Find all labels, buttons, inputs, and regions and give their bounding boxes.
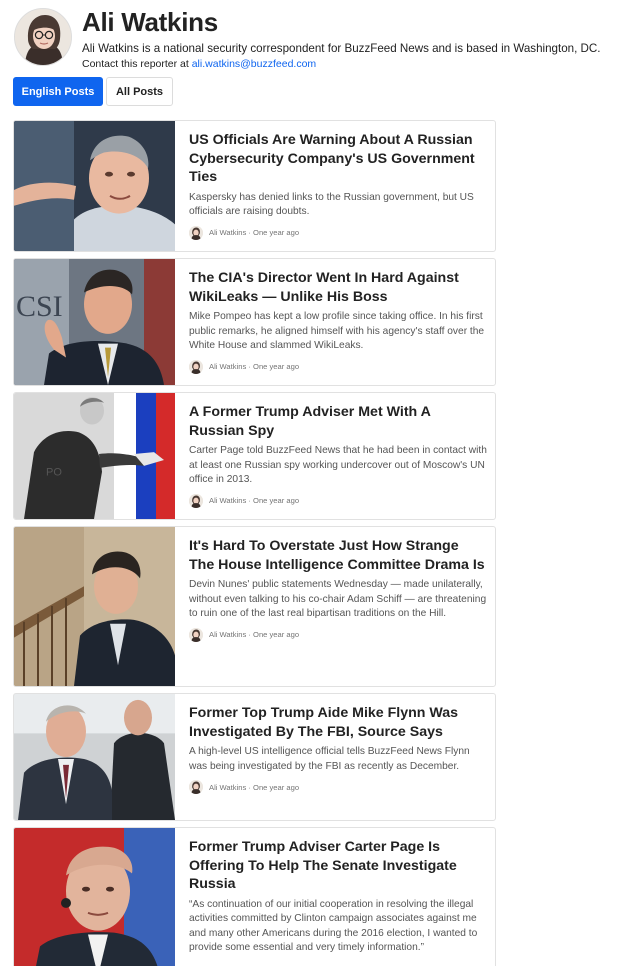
post-title[interactable]: The CIA's Director Went In Hard Against … bbox=[189, 269, 487, 306]
post-title[interactable]: Former Top Trump Aide Mike Flynn Was Inv… bbox=[189, 704, 487, 741]
post-thumbnail[interactable] bbox=[14, 828, 175, 966]
contact-label: Contact this reporter at bbox=[82, 58, 192, 70]
reporter-contact: Contact this reporter at ali.watkins@buz… bbox=[82, 58, 316, 70]
post-time: One year ago bbox=[253, 228, 300, 237]
post-card[interactable]: It's Hard To Overstate Just How Strange … bbox=[13, 526, 496, 687]
reporter-email-link[interactable]: ali.watkins@buzzfeed.com bbox=[192, 58, 316, 70]
post-body: It's Hard To Overstate Just How Strange … bbox=[189, 537, 487, 642]
byline-separator: · bbox=[246, 496, 254, 505]
post-thumbnail[interactable]: CSI bbox=[14, 259, 175, 385]
post-title[interactable]: A Former Trump Adviser Met With A Russia… bbox=[189, 403, 487, 440]
byline-separator: · bbox=[246, 630, 254, 639]
post-card[interactable]: PO A Former Trump Adviser Met With A Rus… bbox=[13, 392, 496, 520]
tab-english-posts[interactable]: English Posts bbox=[13, 77, 103, 106]
post-card[interactable]: US Officials Are Warning About A Russian… bbox=[13, 120, 496, 252]
post-time: One year ago bbox=[253, 362, 300, 371]
post-author[interactable]: Ali Watkins bbox=[209, 630, 246, 639]
post-byline: Ali Watkins · One year ago bbox=[189, 780, 487, 794]
post-body: US Officials Are Warning About A Russian… bbox=[189, 131, 487, 240]
reporter-avatar-icon bbox=[14, 8, 72, 66]
author-avatar-icon[interactable] bbox=[189, 780, 203, 794]
post-title[interactable]: US Officials Are Warning About A Russian… bbox=[189, 131, 487, 187]
post-time: One year ago bbox=[253, 782, 300, 792]
post-body: A Former Trump Adviser Met With A Russia… bbox=[189, 403, 487, 508]
post-author[interactable]: Ali Watkins bbox=[209, 783, 246, 792]
byline-separator: · bbox=[246, 782, 254, 792]
post-title[interactable]: It's Hard To Overstate Just How Strange … bbox=[189, 537, 487, 574]
author-avatar-icon[interactable] bbox=[189, 359, 203, 374]
post-description: Mike Pompeo has kept a low profile since… bbox=[189, 311, 485, 351]
post-byline: Ali Watkins · One year ago bbox=[189, 627, 487, 642]
post-time: One year ago bbox=[253, 496, 300, 505]
post-author[interactable]: Ali Watkins bbox=[209, 496, 246, 505]
profile-header: Ali Watkins Ali Watkins is a national se… bbox=[14, 6, 637, 70]
post-author[interactable]: Ali Watkins bbox=[209, 228, 246, 237]
post-thumbnail[interactable] bbox=[14, 694, 175, 820]
post-time: One year ago bbox=[253, 630, 300, 639]
post-title[interactable]: Former Trump Adviser Carter Page Is Offe… bbox=[189, 838, 487, 894]
svg-text:CSI: CSI bbox=[16, 290, 63, 323]
post-body: The CIA's Director Went In Hard Against … bbox=[189, 269, 487, 374]
post-filter-tabs: English Posts All Posts bbox=[13, 77, 173, 106]
post-description: Carter Page told BuzzFeed News that he h… bbox=[189, 445, 487, 485]
author-avatar-icon[interactable] bbox=[189, 225, 203, 240]
post-author[interactable]: Ali Watkins bbox=[209, 362, 246, 371]
post-byline: Ali Watkins · One year ago bbox=[189, 359, 487, 374]
post-card[interactable]: Former Top Trump Aide Mike Flynn Was Inv… bbox=[13, 693, 496, 821]
byline-separator: · bbox=[246, 362, 254, 371]
reporter-bio: Ali Watkins is a national security corre… bbox=[82, 42, 601, 55]
post-thumbnail[interactable]: PO bbox=[14, 393, 175, 519]
post-byline: Ali Watkins · One year ago bbox=[189, 225, 487, 240]
author-avatar-icon[interactable] bbox=[189, 493, 203, 508]
post-description: Devin Nunes' public statements Wednesday… bbox=[189, 579, 487, 619]
post-description: “As continuation of our initial cooperat… bbox=[189, 898, 478, 954]
post-card[interactable]: CSI The CIA's Director Went In Hard Agai… bbox=[13, 258, 496, 386]
post-body: Former Trump Adviser Carter Page Is Offe… bbox=[189, 838, 487, 956]
post-card[interactable]: Former Trump Adviser Carter Page Is Offe… bbox=[13, 827, 496, 966]
svg-text:PO: PO bbox=[46, 467, 62, 479]
byline-separator: · bbox=[246, 228, 254, 237]
post-description: Kaspersky has denied links to the Russia… bbox=[189, 191, 474, 218]
post-byline: Ali Watkins · One year ago bbox=[189, 493, 487, 508]
author-avatar-icon[interactable] bbox=[189, 627, 203, 642]
post-description: A high-level US intelligence official te… bbox=[189, 746, 470, 772]
reporter-name: Ali Watkins bbox=[82, 7, 218, 37]
post-thumbnail[interactable] bbox=[14, 121, 175, 251]
tab-all-posts[interactable]: All Posts bbox=[106, 77, 173, 106]
post-thumbnail[interactable] bbox=[14, 527, 175, 686]
post-body: Former Top Trump Aide Mike Flynn Was Inv… bbox=[189, 704, 487, 794]
post-feed: US Officials Are Warning About A Russian… bbox=[13, 120, 496, 966]
